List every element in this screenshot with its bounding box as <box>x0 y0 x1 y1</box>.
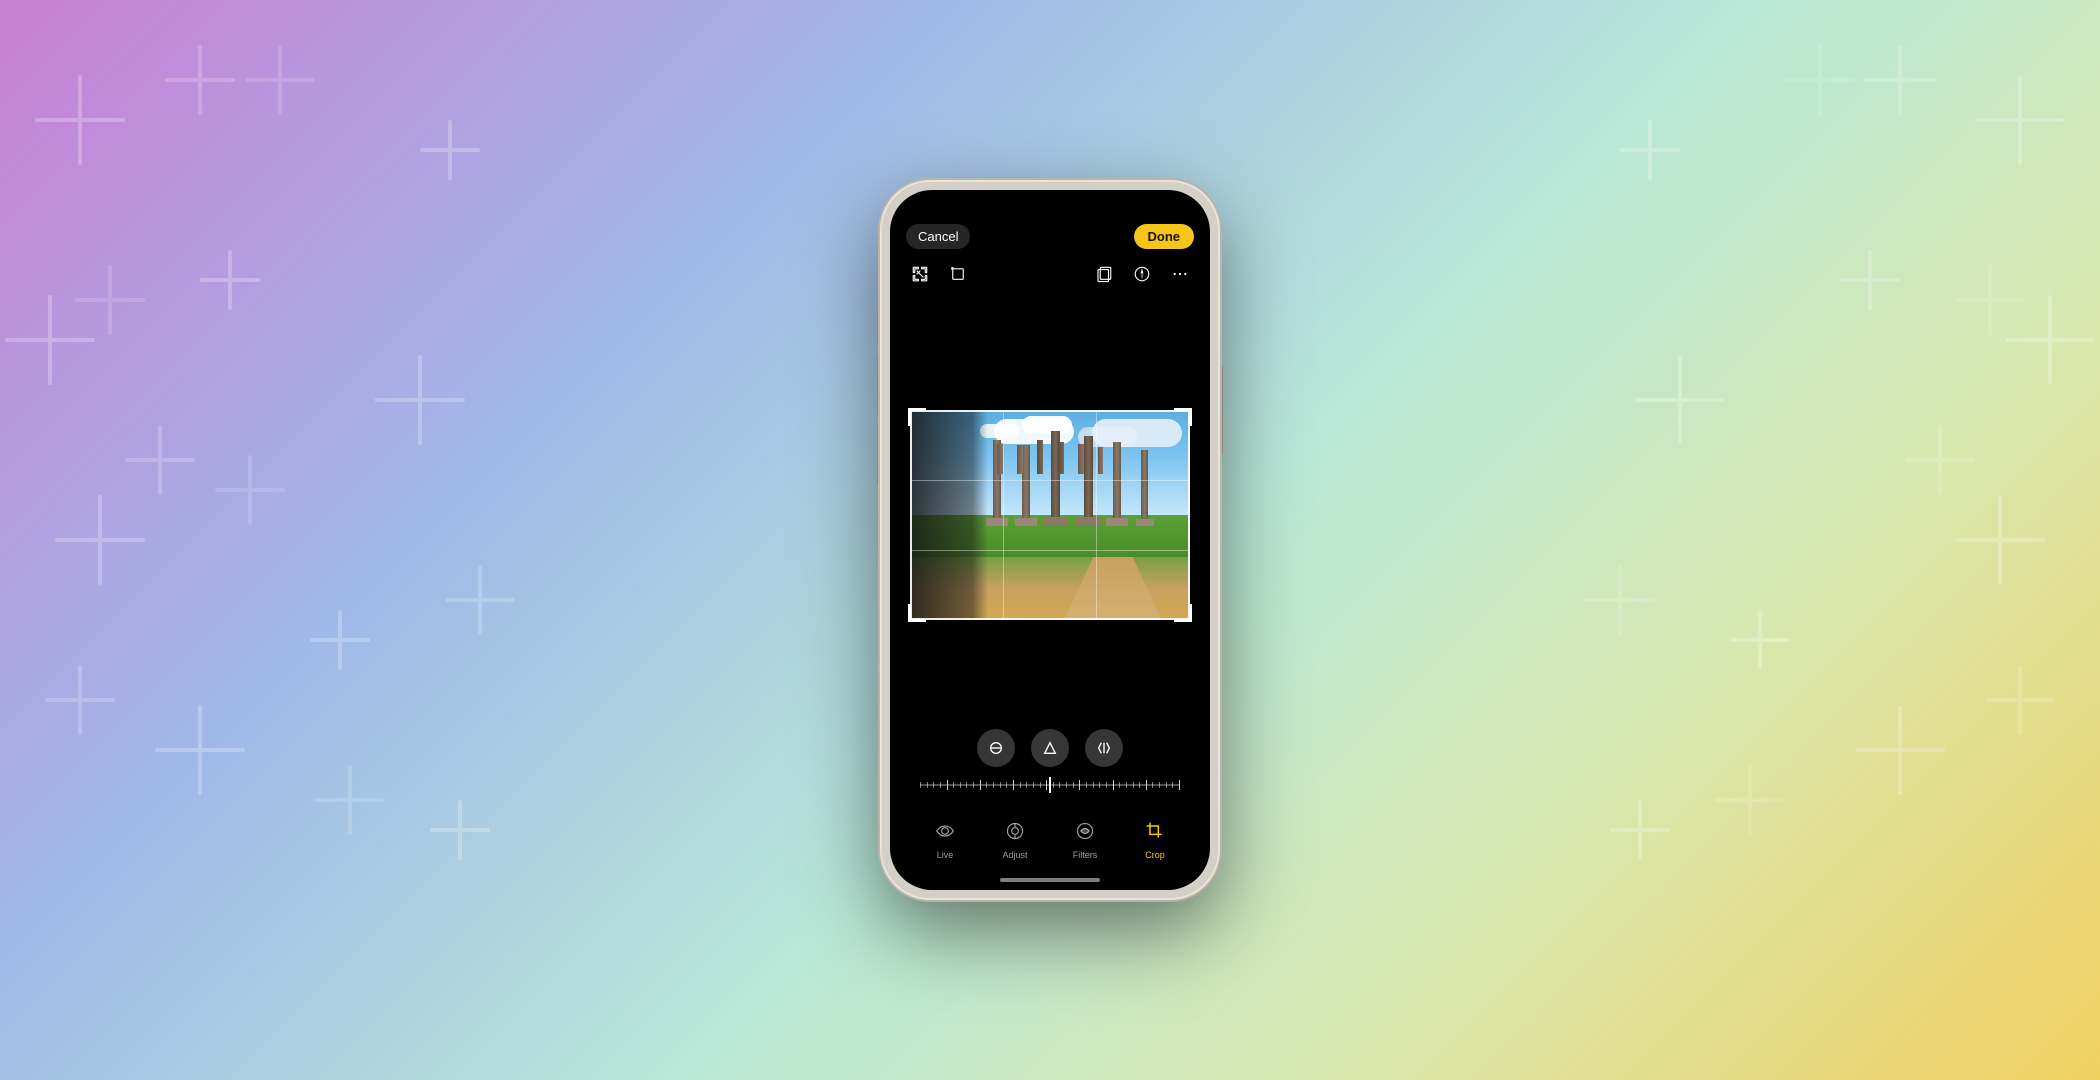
slider-tick <box>940 782 941 788</box>
slider-tick <box>1026 782 1027 788</box>
photo-image <box>910 410 1190 620</box>
slider-tick <box>933 782 934 788</box>
slider-tick-major <box>980 780 981 790</box>
phone-screen: Cancel Done <box>890 190 1210 890</box>
slider-tick <box>973 782 974 788</box>
dynamic-island <box>1000 202 1100 214</box>
rotation-tools <box>890 729 1210 795</box>
slider-tick <box>1099 782 1100 788</box>
slider-tick <box>1059 782 1060 788</box>
slider-tick <box>1040 782 1041 788</box>
slider-tick-major <box>1113 780 1114 790</box>
rotation-buttons <box>977 729 1123 767</box>
slider-tick <box>1066 782 1067 788</box>
rotation-slider[interactable] <box>920 775 1180 795</box>
aspect-ratio-icon[interactable] <box>908 262 932 286</box>
filters-tab-icon <box>1075 821 1095 846</box>
more-options-icon[interactable] <box>1168 262 1192 286</box>
slider-tick <box>986 782 987 788</box>
slider-tick <box>1159 782 1160 788</box>
path-layer <box>1064 557 1162 620</box>
compass-icon[interactable] <box>1130 262 1154 286</box>
slider-tick <box>1086 782 1087 788</box>
done-button[interactable]: Done <box>1134 224 1195 249</box>
dark-overlay <box>910 410 988 620</box>
slider-tick-major <box>1046 780 1047 790</box>
tab-filters[interactable]: Filters <box>1060 821 1110 860</box>
slider-tick <box>1119 782 1120 788</box>
pages-icon[interactable] <box>1092 262 1116 286</box>
toolbar-row <box>890 262 1210 286</box>
tab-filters-label: Filters <box>1073 850 1098 860</box>
tab-crop-label: Crop <box>1145 850 1165 860</box>
slider-tick-major <box>947 780 948 790</box>
slider-tick-major <box>1179 780 1180 790</box>
phone-frame: Cancel Done <box>880 180 1220 900</box>
rotate-icon[interactable] <box>946 262 970 286</box>
crop-container <box>910 410 1190 620</box>
slider-tick <box>966 782 967 788</box>
slider-tick <box>927 782 928 788</box>
slider-tick <box>993 782 994 788</box>
tab-crop[interactable]: Crop <box>1130 821 1180 860</box>
slider-tick <box>1172 782 1173 788</box>
slider-tick <box>1033 782 1034 788</box>
top-bar: Cancel Done <box>890 224 1210 249</box>
slider-center-marker <box>1049 777 1051 793</box>
slider-tick <box>1106 782 1107 788</box>
slider-tick <box>960 782 961 788</box>
flip-button[interactable] <box>1085 729 1123 767</box>
slider-tick <box>1166 782 1167 788</box>
phone-device: Cancel Done <box>880 180 1220 900</box>
slider-tick-major <box>1146 780 1147 790</box>
tab-adjust-label: Adjust <box>1002 850 1027 860</box>
tab-live[interactable]: Live <box>920 821 970 860</box>
slider-tick <box>1020 782 1021 788</box>
crop-tab-icon <box>1145 821 1165 846</box>
slider-tick <box>1126 782 1127 788</box>
flatten-button[interactable] <box>977 729 1015 767</box>
cancel-button[interactable]: Cancel <box>906 224 970 249</box>
slider-tick <box>1093 782 1094 788</box>
slider-tick <box>1053 782 1054 788</box>
adjust-tab-icon <box>1005 821 1025 846</box>
slider-tick-major <box>1079 780 1080 790</box>
horizon-button[interactable] <box>1031 729 1069 767</box>
slider-tick <box>920 782 921 788</box>
live-tab-icon <box>935 821 955 846</box>
slider-tick <box>1000 782 1001 788</box>
tab-adjust[interactable]: Adjust <box>990 821 1040 860</box>
slider-tick <box>953 782 954 788</box>
tab-live-label: Live <box>937 850 954 860</box>
photo-area <box>890 300 1210 730</box>
slider-tick <box>1139 782 1140 788</box>
tab-bar: Live Adjust <box>890 821 1210 860</box>
slider-tick-major <box>1013 780 1014 790</box>
slider-tick <box>1073 782 1074 788</box>
slider-tick <box>1006 782 1007 788</box>
slider-tick <box>1152 782 1153 788</box>
slider-tick <box>1133 782 1134 788</box>
home-indicator <box>1000 878 1100 882</box>
